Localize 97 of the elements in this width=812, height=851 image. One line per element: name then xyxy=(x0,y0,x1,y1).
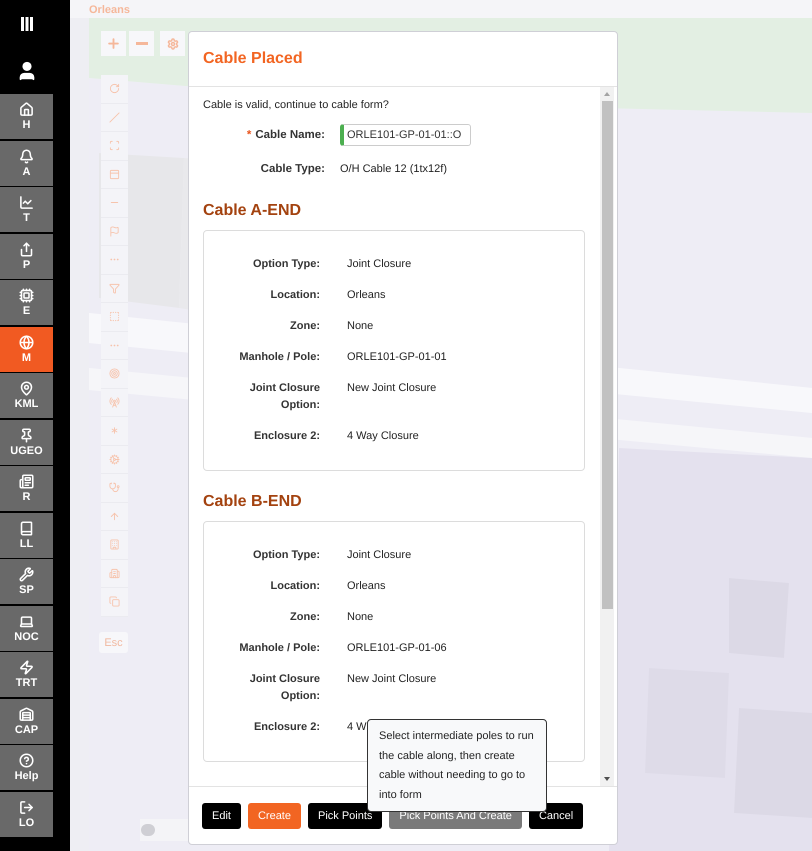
row-label: Enclosure 2: xyxy=(252,720,320,735)
row-label: Option Type: xyxy=(252,257,320,272)
nav-item[interactable]: KML xyxy=(0,373,53,418)
row-value: Joint Closure xyxy=(347,257,412,272)
row-label: Option Type: xyxy=(252,548,320,563)
slider-thumb[interactable] xyxy=(141,824,155,836)
row-label: Manhole / Pole: xyxy=(238,350,320,365)
row-value: 4 Way Closure xyxy=(347,429,419,444)
row-value: Orleans xyxy=(347,288,386,303)
dialog-title: Cable Placed xyxy=(203,50,303,68)
minus-icon xyxy=(136,42,148,45)
row-label: Manhole / Pole: xyxy=(238,641,320,656)
dialog-button[interactable]: Create xyxy=(248,802,301,828)
home-icon xyxy=(19,102,34,117)
row-label: Location: xyxy=(270,288,320,303)
pin-icon xyxy=(19,428,34,442)
scrollbar[interactable] xyxy=(600,87,614,786)
section-title: Cable A-END xyxy=(203,202,302,220)
row-label: Zone: xyxy=(289,610,320,625)
row-label: Location: xyxy=(270,579,320,594)
settings-icon xyxy=(166,38,178,50)
label-text: Cable Type: xyxy=(260,163,325,175)
book-icon xyxy=(19,520,34,536)
wrench-icon xyxy=(19,567,34,582)
building-icon xyxy=(109,539,120,550)
dialog-button[interactable]: Pick Points xyxy=(308,802,382,828)
flag-icon xyxy=(109,226,120,237)
nav-item[interactable]: H xyxy=(0,94,53,139)
field-value: O/H Cable 12 (1tx12f) xyxy=(340,163,447,175)
tower-icon xyxy=(109,396,120,408)
office-icon xyxy=(109,568,120,579)
panel-icon xyxy=(109,168,120,180)
row-value: 4 W xyxy=(347,720,367,735)
nav-item[interactable]: LO xyxy=(0,792,53,836)
row-value: New Joint Closure xyxy=(347,381,436,396)
nav-item[interactable]: R xyxy=(0,466,53,511)
map-pin-icon xyxy=(19,381,34,396)
nav-item[interactable]: SP xyxy=(0,559,53,604)
logout-icon xyxy=(19,800,34,814)
dialog-button[interactable]: Edit xyxy=(202,802,241,828)
place-label: Orleans xyxy=(70,0,812,18)
row-value: ORLE101-GP-01-01 xyxy=(347,350,447,365)
cog-icon xyxy=(109,454,120,465)
row-value: New Joint Closure xyxy=(347,672,436,687)
row-label: Joint Closure Option: xyxy=(248,672,320,704)
list-icon xyxy=(19,474,34,489)
nav-item[interactable]: A xyxy=(0,140,53,186)
nav-item[interactable]: TRT xyxy=(0,652,53,697)
tooltip: Select intermediate poles to run the cable along, then create cable without needing to go to into form xyxy=(367,719,547,812)
bolt-icon xyxy=(19,660,34,675)
row-label: Zone: xyxy=(289,319,320,334)
arrow-up-icon xyxy=(109,510,120,522)
row-value: Orleans xyxy=(347,579,386,594)
rotate-icon xyxy=(109,83,120,94)
menu-icon[interactable] xyxy=(20,16,32,30)
chip-icon xyxy=(19,288,34,303)
nav-item[interactable]: UGEO xyxy=(0,420,53,464)
help-icon xyxy=(19,753,34,768)
row-value: None xyxy=(347,319,374,334)
row-value: ORLE101-GP-01-06 xyxy=(347,641,447,656)
message: Cable is valid, continue to cable form? xyxy=(203,99,390,111)
asterisk-icon xyxy=(109,425,120,436)
filter-icon xyxy=(109,282,120,294)
nav-item[interactable]: NOC xyxy=(0,606,53,650)
nav-item[interactable]: CAP xyxy=(0,698,53,744)
square-icon xyxy=(109,311,120,322)
row-label: Joint Closure Option: xyxy=(248,381,320,413)
stethoscope-icon xyxy=(109,482,120,494)
section-title: Cable B-END xyxy=(203,493,303,511)
chart-icon xyxy=(19,195,34,210)
nav-item[interactable]: M xyxy=(0,326,53,372)
nav-item[interactable]: E xyxy=(0,280,53,325)
row-label: Enclosure 2: xyxy=(252,429,320,444)
required-mark: * xyxy=(246,129,252,141)
frame-icon xyxy=(109,140,120,152)
scroll-down-icon[interactable] xyxy=(604,777,610,781)
copy-icon xyxy=(109,596,120,608)
settings-button[interactable] xyxy=(160,31,185,56)
row-value: None xyxy=(347,610,374,625)
zoom-in-button[interactable] xyxy=(101,31,126,56)
scroll-up-icon[interactable] xyxy=(604,92,610,96)
bell-icon xyxy=(19,148,34,164)
row-value: Joint Closure xyxy=(347,548,412,563)
label-text: Cable Name: xyxy=(255,129,325,141)
target-icon xyxy=(109,368,120,380)
zoom-out-button[interactable] xyxy=(129,31,154,56)
warehouse-icon xyxy=(19,706,34,722)
nav-item[interactable]: Help xyxy=(0,745,53,790)
line-icon xyxy=(109,112,120,123)
plus-icon xyxy=(106,36,121,51)
nav-item[interactable]: P xyxy=(0,234,53,278)
laptop-icon xyxy=(19,614,34,628)
share-icon xyxy=(19,242,34,256)
nav-item[interactable]: T xyxy=(0,187,53,232)
nav-item[interactable]: LL xyxy=(0,512,53,558)
input-field[interactable]: ORLE101-GP-01-01::O xyxy=(340,124,471,146)
globe-icon xyxy=(19,334,34,350)
